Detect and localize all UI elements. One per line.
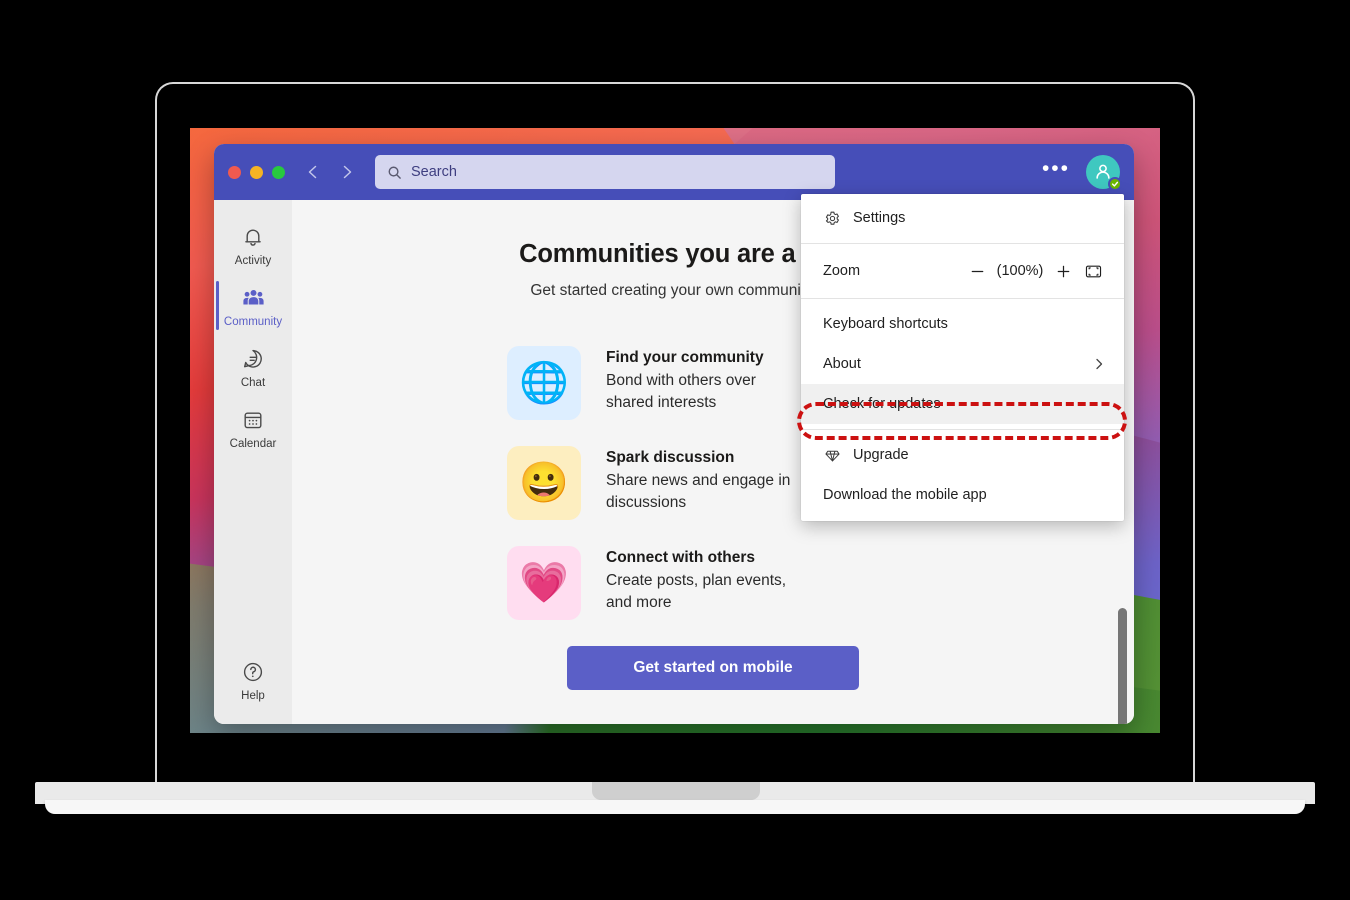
laptop-base-notch — [592, 782, 760, 800]
chevron-right-icon — [1092, 357, 1106, 371]
search-icon — [387, 165, 402, 180]
traffic-lights — [228, 165, 285, 179]
menu-item-settings[interactable]: Settings — [801, 198, 1124, 238]
globe-emoji-icon: 🌐 — [507, 346, 581, 420]
feature-description: Create posts, plan events, and more — [606, 572, 787, 612]
search-input[interactable]: Search — [375, 155, 835, 189]
menu-item-label: Download the mobile app — [823, 487, 987, 503]
menu-divider — [801, 298, 1124, 299]
feature-description: Bond with others over shared interests — [606, 372, 756, 412]
feature-text: Find your community Bond with others ove… — [606, 346, 796, 415]
screenshot-stage: Search ••• Activity Community Chat Calen… — [0, 0, 1350, 900]
feature-title: Spark discussion — [606, 449, 735, 466]
more-options-button[interactable]: ••• — [1042, 158, 1070, 181]
close-window-button[interactable] — [228, 165, 241, 179]
menu-item-keyboard-shortcuts[interactable]: Keyboard shortcuts — [801, 304, 1124, 344]
sidebar-item-label: Community — [223, 316, 283, 328]
navigation-buttons — [303, 162, 357, 182]
feature-title: Connect with others — [606, 549, 755, 566]
sidebar-item-label: Help — [241, 690, 265, 702]
menu-item-zoom: Zoom (100%) — [801, 249, 1124, 293]
get-started-on-mobile-button[interactable]: Get started on mobile — [567, 646, 859, 690]
bell-icon — [240, 224, 266, 250]
forward-chevron-icon[interactable] — [337, 162, 357, 182]
minimize-window-button[interactable] — [250, 165, 263, 179]
grinning-face-emoji-icon: 😀 — [507, 446, 581, 520]
feature-description: Share news and engage in discussions — [606, 472, 791, 512]
menu-item-label: Keyboard shortcuts — [823, 316, 948, 332]
fit-to-screen-icon[interactable] — [1078, 256, 1108, 286]
sidebar-item-label: Calendar — [229, 438, 277, 450]
growing-heart-emoji-icon: 💗 — [507, 546, 581, 620]
sidebar-item-chat[interactable]: Chat — [214, 336, 292, 397]
sidebar-item-label: Chat — [240, 377, 266, 389]
cta-container: Get started on mobile — [292, 646, 1134, 690]
chat-icon — [240, 346, 266, 372]
sidebar-item-help[interactable]: Help — [214, 649, 292, 710]
calendar-icon — [240, 407, 266, 433]
zoom-out-button[interactable] — [962, 256, 992, 286]
search-placeholder-text: Search — [411, 164, 457, 180]
maximize-window-button[interactable] — [272, 165, 285, 179]
back-chevron-icon[interactable] — [303, 162, 323, 182]
diamond-icon — [823, 446, 841, 464]
list-item: 💗 Connect with others Create posts, plan… — [507, 546, 1104, 620]
zoom-in-button[interactable] — [1048, 256, 1078, 286]
menu-item-label: Settings — [853, 210, 906, 226]
question-circle-icon — [240, 659, 266, 685]
menu-item-label: Check for updates — [823, 396, 941, 412]
left-app-rail: Activity Community Chat Calendar Help — [214, 200, 292, 724]
gear-icon — [823, 209, 841, 227]
feature-text: Connect with others Create posts, plan e… — [606, 546, 796, 615]
feature-title: Find your community — [606, 349, 764, 366]
menu-divider — [801, 429, 1124, 430]
sidebar-item-community[interactable]: Community — [214, 275, 292, 336]
laptop-base-lip — [45, 800, 1305, 814]
vertical-scrollbar[interactable] — [1118, 608, 1127, 724]
menu-item-about[interactable]: About — [801, 344, 1124, 384]
menu-item-upgrade[interactable]: Upgrade — [801, 435, 1124, 475]
menu-divider — [801, 243, 1124, 244]
menu-item-label: About — [823, 356, 861, 372]
people-icon — [240, 285, 266, 311]
menu-item-download-mobile-app[interactable]: Download the mobile app — [801, 475, 1124, 515]
sidebar-item-label: Activity — [234, 255, 272, 267]
feature-text: Spark discussion Share news and engage i… — [606, 446, 796, 515]
titlebar-right-cluster: ••• — [1042, 155, 1122, 191]
more-options-dropdown-menu: Settings Zoom (100%) Keyboard shortcuts … — [801, 194, 1124, 521]
zoom-level-value: (100%) — [996, 263, 1044, 279]
presence-available-badge — [1108, 177, 1122, 191]
menu-item-check-for-updates[interactable]: Check for updates — [801, 384, 1124, 424]
avatar[interactable] — [1086, 155, 1122, 191]
sidebar-item-calendar[interactable]: Calendar — [214, 397, 292, 458]
sidebar-item-activity[interactable]: Activity — [214, 214, 292, 275]
window-titlebar: Search ••• — [214, 144, 1134, 200]
zoom-label: Zoom — [823, 263, 861, 279]
menu-item-label: Upgrade — [853, 447, 909, 463]
